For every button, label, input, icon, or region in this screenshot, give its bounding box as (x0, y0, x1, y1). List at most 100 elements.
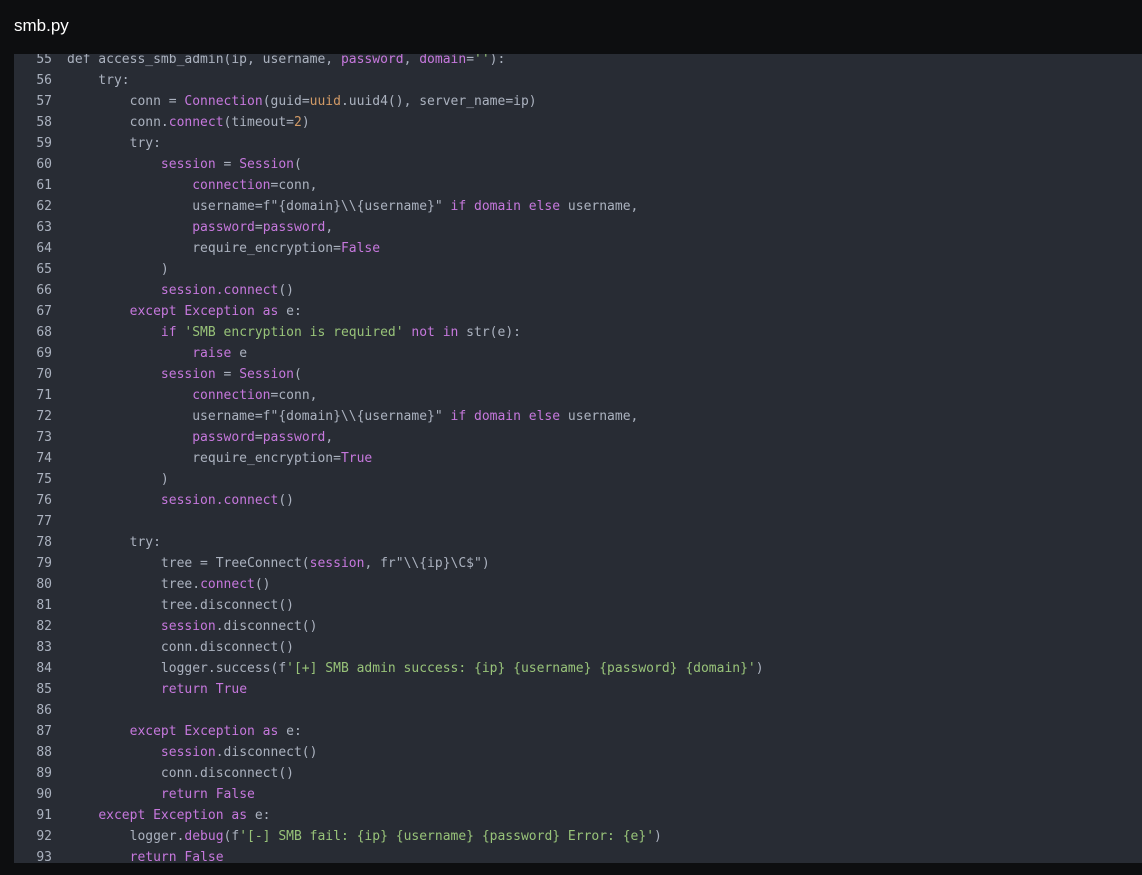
code-token: e (231, 346, 248, 361)
code-token: username=f"{domain}\\{username}" (67, 409, 451, 424)
code-text: session = Session( (67, 154, 302, 175)
code-text: require_encryption=False (67, 238, 380, 259)
code-token: conn. (67, 115, 169, 130)
code-token: .disconnect() (215, 745, 318, 760)
line-number: 67 (36, 304, 52, 319)
code-text: session.disconnect() (67, 742, 318, 763)
line-number: 68 (36, 325, 52, 340)
line-number: 92 (36, 829, 52, 844)
code-token: ): (489, 54, 506, 67)
code-token: 2 (294, 115, 302, 130)
line-number: 69 (36, 346, 52, 361)
line-number: 70 (36, 367, 52, 382)
line-number: 82 (36, 619, 52, 634)
code-text: except Exception as e: (67, 301, 302, 322)
code-token: , (325, 220, 334, 235)
code-token: tree.disconnect() (67, 598, 294, 613)
code-token: username=f"{domain}\\{username}" (67, 199, 451, 214)
line-number: 78 (36, 535, 52, 550)
code-token: =conn, (270, 178, 318, 193)
line-number: 57 (36, 94, 52, 109)
line-number: 83 (36, 640, 52, 655)
line-number: 76 (36, 493, 52, 508)
code-text: try: (67, 133, 161, 154)
code-token: domain (419, 54, 467, 67)
code-text: return False (67, 847, 224, 863)
code-token: except Exception as (98, 808, 248, 823)
code-token: ( (294, 157, 302, 172)
code-text: conn.disconnect() (67, 763, 294, 784)
code-token: session.connect (160, 283, 279, 298)
code-token: Session (239, 157, 294, 172)
code-token: = (466, 54, 475, 67)
code-token: connect (200, 577, 255, 592)
code-text: logger.debug(f'[-] SMB fail: {ip} {usern… (67, 826, 662, 847)
line-number: 90 (36, 787, 52, 802)
code-token: tree. (67, 577, 201, 592)
code-token: try: (67, 73, 130, 88)
code-token: return False (160, 787, 255, 802)
line-number: 71 (36, 388, 52, 403)
code-text: raise e (67, 343, 247, 364)
code-token: password (262, 220, 326, 235)
code-token: not in (411, 325, 459, 340)
code-token: = (254, 430, 263, 445)
code-token: return True (160, 682, 248, 697)
code-token: except Exception as (129, 304, 279, 319)
code-text: session.connect() (67, 490, 294, 511)
line-number: 65 (36, 262, 52, 277)
line-number: 79 (36, 556, 52, 571)
line-number: 74 (36, 451, 52, 466)
code-token: = (215, 157, 240, 172)
line-number: 63 (36, 220, 52, 235)
line-number: 80 (36, 577, 52, 592)
code-token: ) (67, 262, 169, 277)
code-text: password=password, (67, 427, 333, 448)
code-token: try: (67, 535, 161, 550)
code-token: (guid= (262, 94, 310, 109)
code-text: tree.connect() (67, 574, 271, 595)
code-token: session.connect (160, 493, 279, 508)
code-text: conn = Connection(guid=uuid.uuid4(), ser… (67, 91, 537, 112)
code-text: session.disconnect() (67, 616, 318, 637)
line-number: 84 (36, 661, 52, 676)
code-token: ) (654, 829, 662, 844)
code-token: =conn, (270, 388, 318, 403)
code-text: return True (67, 679, 247, 700)
line-number: 56 (36, 73, 52, 88)
line-number: 86 (36, 703, 52, 718)
code-token: 'SMB encryption is required' (184, 325, 404, 340)
code-text: connection=conn, (67, 385, 317, 406)
code-text: username=f"{domain}\\{username}" if doma… (67, 196, 638, 217)
code-token: except Exception as (129, 724, 279, 739)
code-token: , fr"\\{ip}\C$") (364, 556, 490, 571)
line-number: 81 (36, 598, 52, 613)
code-token: e: (278, 304, 302, 319)
line-number: 61 (36, 178, 52, 193)
code-token: password (262, 430, 326, 445)
code-token: Session (239, 367, 294, 382)
line-number: 91 (36, 808, 52, 823)
line-number: 73 (36, 430, 52, 445)
code-token: str(e): (458, 325, 521, 340)
code-token: = (215, 367, 240, 382)
code-text: username=f"{domain}\\{username}" if doma… (67, 406, 638, 427)
code-text: ) (67, 259, 169, 280)
code-token: uuid (309, 94, 341, 109)
code-editor[interactable]: 55 def access_smb_admin(ip, username, pas… (14, 54, 1142, 863)
code-token: , (325, 430, 334, 445)
code-token: () (254, 577, 271, 592)
line-number: 75 (36, 472, 52, 487)
